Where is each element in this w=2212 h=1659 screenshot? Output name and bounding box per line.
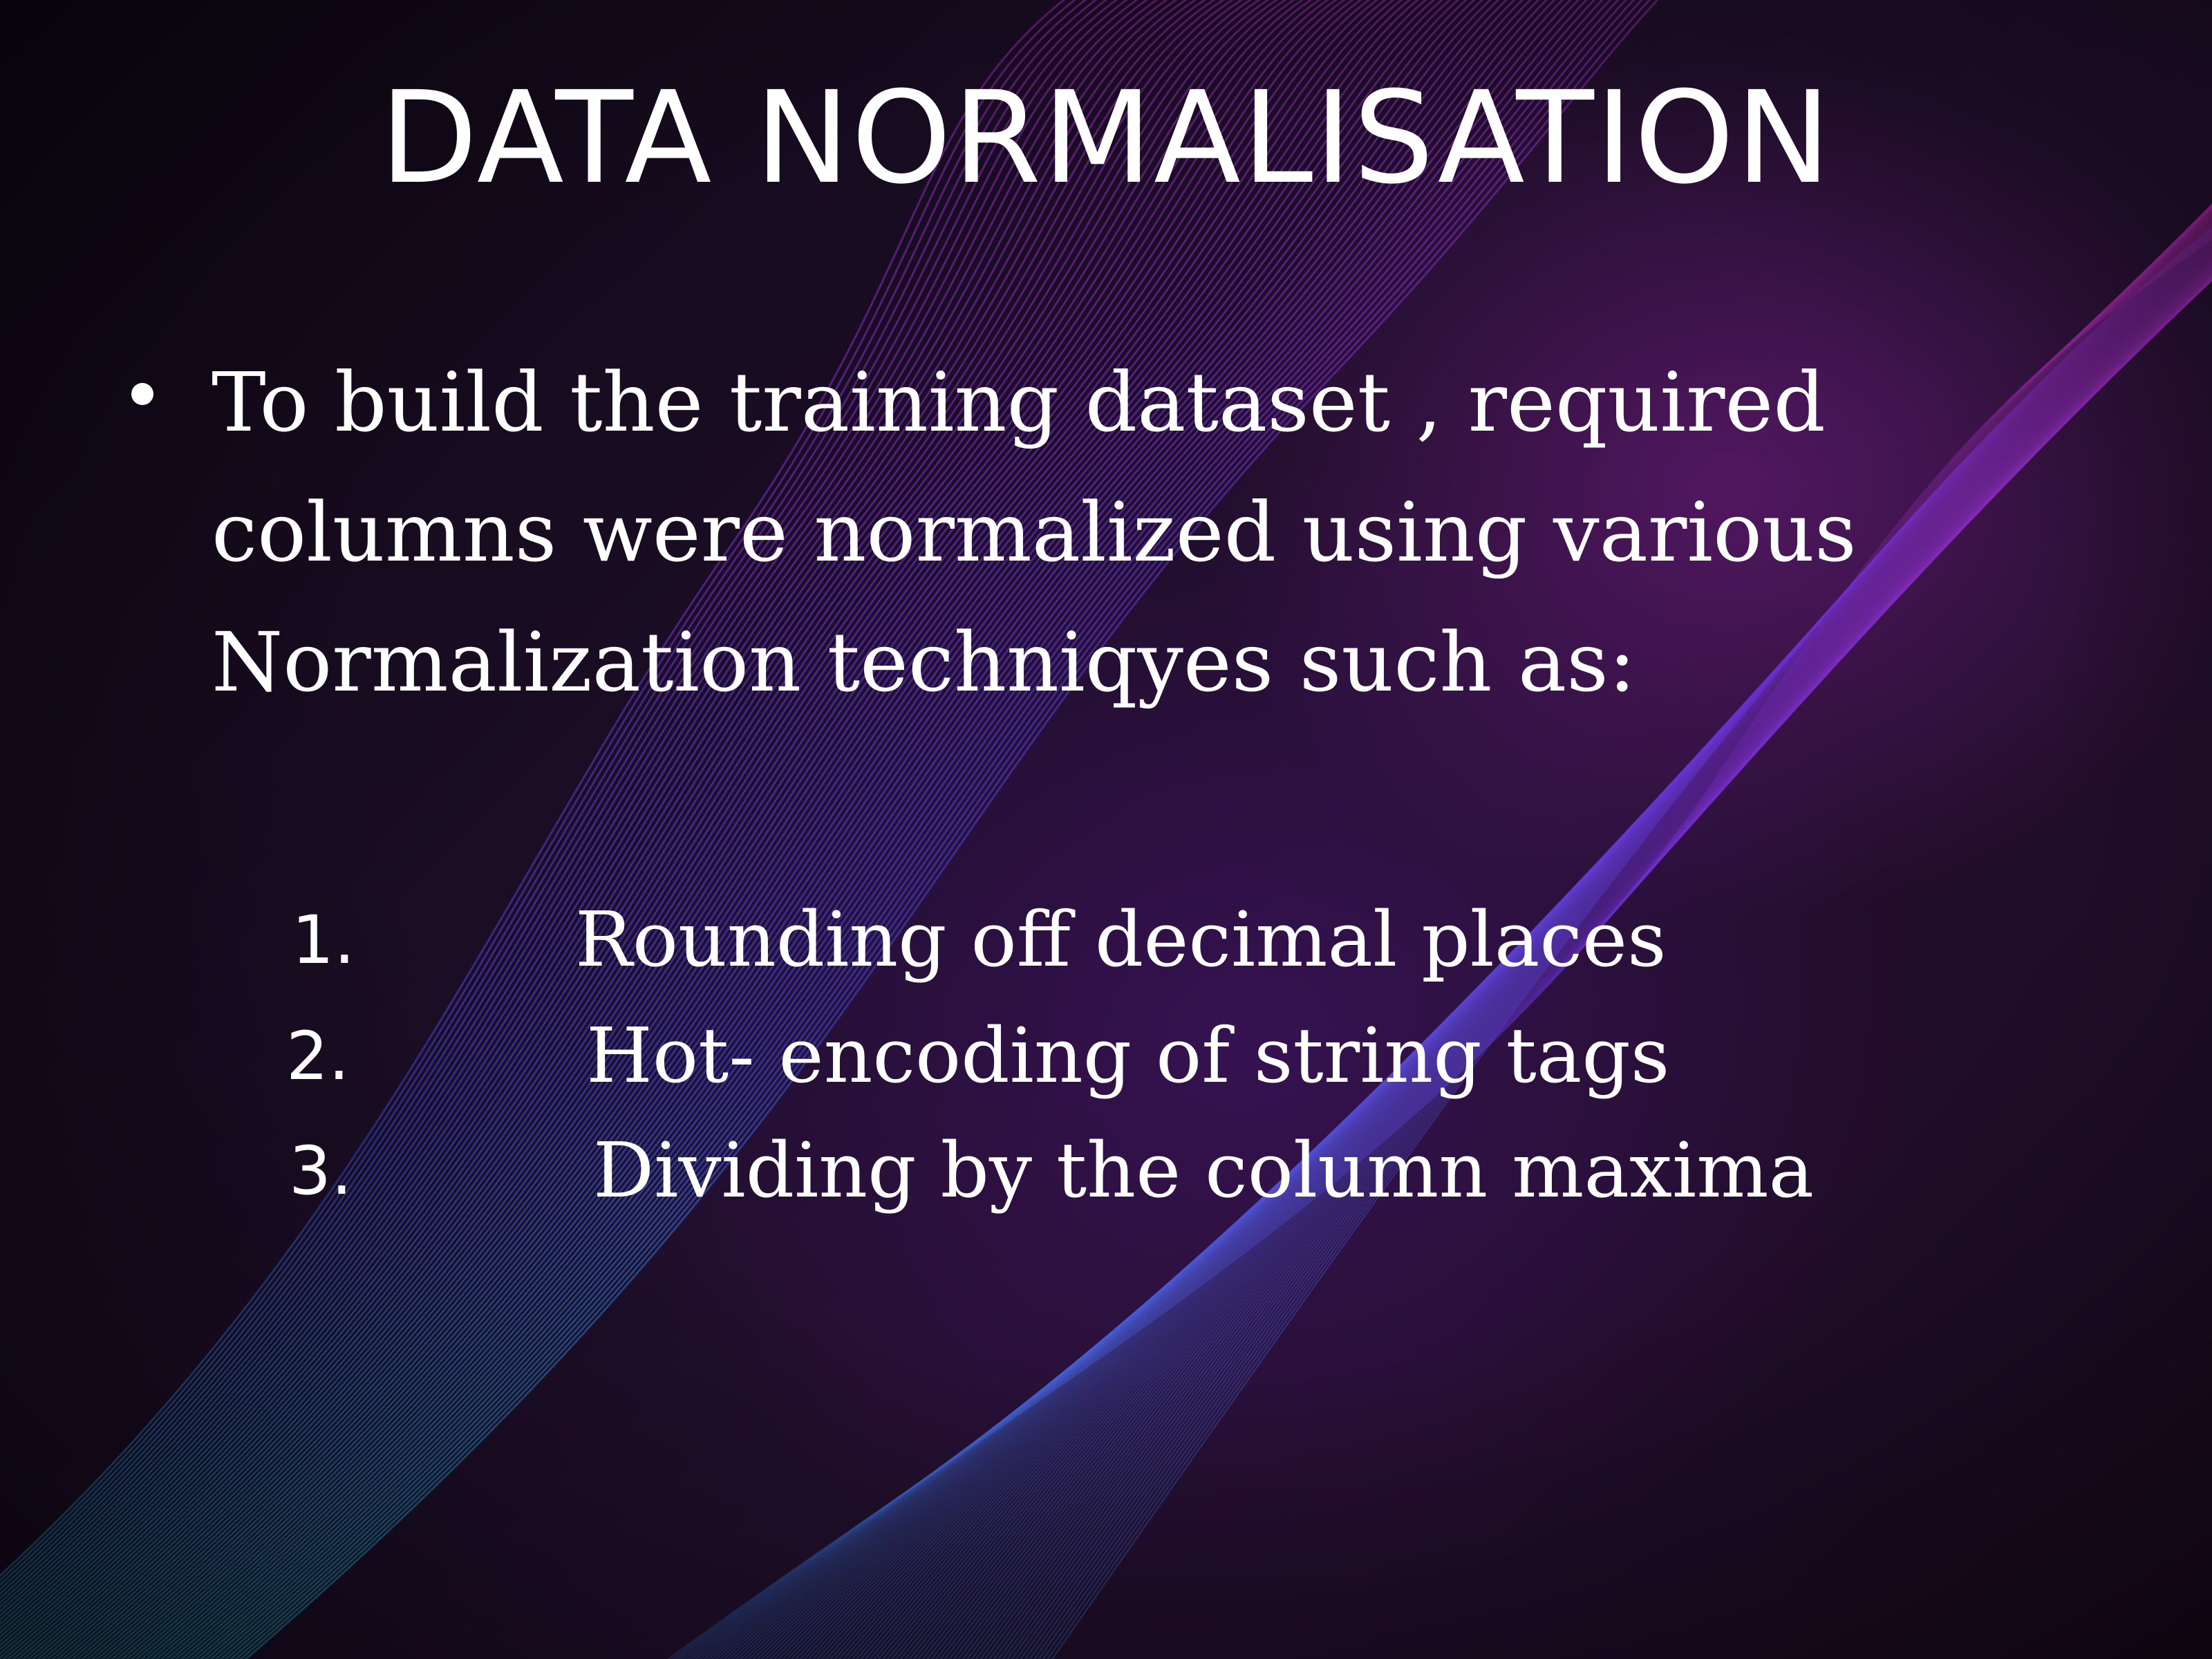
bullet-text: To build the training dataset , required…	[212, 355, 1857, 710]
slide: DATA NORMALISATION To build the training…	[0, 0, 2212, 1659]
bullet-dot-icon	[131, 383, 153, 405]
bullet-point: To build the training dataset , required…	[131, 337, 2136, 727]
wave-background	[0, 0, 2212, 1659]
slide-title: DATA NORMALISATION	[379, 64, 1833, 212]
